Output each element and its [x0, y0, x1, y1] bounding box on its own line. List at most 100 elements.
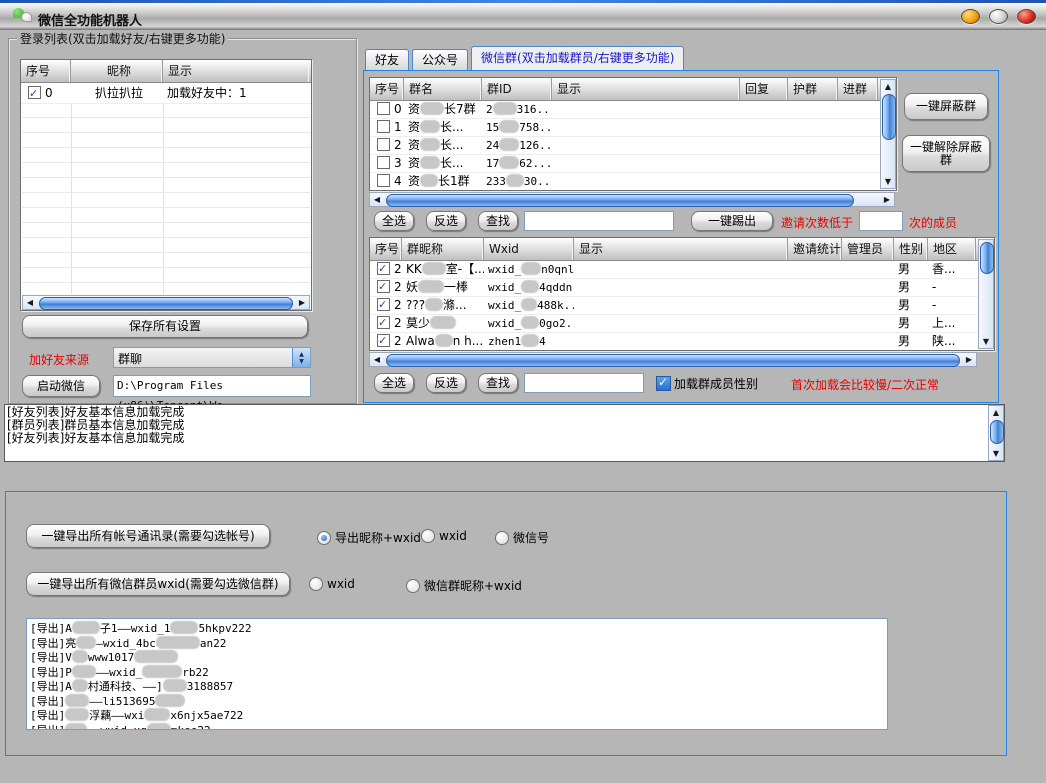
- members-export-option[interactable]: wxid: [309, 577, 355, 591]
- group-row-checkbox[interactable]: [377, 156, 390, 169]
- contacts-export-radio[interactable]: [421, 529, 435, 543]
- member-col[interactable]: 群昵称: [402, 238, 484, 260]
- group-table-hscrollbar[interactable]: ◀▶: [369, 192, 895, 207]
- group-col[interactable]: 群ID: [482, 78, 552, 100]
- member-table-header[interactable]: 序号群昵称Wxid显示邀请统计管理员性别地区: [370, 238, 994, 261]
- load-gender-checkbox-row[interactable]: 加载群成员性别: [656, 375, 758, 392]
- login-table-hscroll-thumb[interactable]: [39, 297, 293, 310]
- group-row[interactable]: 2资长...24126...: [370, 137, 896, 155]
- member-row[interactable]: 26Alwan h...zhen14男陕...: [370, 333, 994, 351]
- member-row-checkbox[interactable]: [377, 298, 390, 311]
- group-col[interactable]: 护群: [788, 78, 838, 100]
- group-table-vscrollbar[interactable]: ▲▼: [880, 79, 896, 189]
- members-export-radio[interactable]: [309, 577, 323, 591]
- group-table[interactable]: 序号群名群ID显示回复护群进群 0资长7群2316...1资长...15758.…: [369, 77, 897, 191]
- member-table-hscroll-thumb[interactable]: [386, 354, 960, 367]
- group-row[interactable]: 1资长...15758...: [370, 119, 896, 137]
- export-members-button[interactable]: 一键导出所有微信群员wxid(需要勾选微信群): [26, 572, 290, 596]
- member-col[interactable]: 显示: [574, 238, 788, 260]
- member-table-hscrollbar[interactable]: ◀▶: [369, 352, 977, 367]
- group-row[interactable]: 4资长1群23330...: [370, 173, 896, 191]
- member-table[interactable]: 序号群昵称Wxid显示邀请统计管理员性别地区 22KK室-【...wxid_n0…: [369, 237, 995, 351]
- wechat-path-field[interactable]: D:\Program Files (x86)\Tencent\We: [113, 375, 311, 397]
- contacts-export-option[interactable]: wxid: [421, 529, 467, 543]
- member-col[interactable]: 性别: [894, 238, 928, 260]
- group-col[interactable]: 显示: [552, 78, 740, 100]
- log-box[interactable]: [好友列表]好友基本信息加载完成[群员列表]群员基本信息加载完成[好友列表]好友…: [4, 404, 1005, 462]
- group-col[interactable]: 进群: [838, 78, 878, 100]
- minimize-button[interactable]: [961, 9, 980, 24]
- add-friend-source-dropdown[interactable]: 群聊 ▲▼: [113, 347, 311, 368]
- tab-official-accounts[interactable]: 公众号: [412, 49, 468, 70]
- member-row[interactable]: 25莫少wxid_0go2...男上...: [370, 315, 994, 333]
- login-row[interactable]: 0 扒拉扒拉 加载好友中：1: [21, 83, 311, 104]
- tab-wechat-groups[interactable]: 微信群(双击加载群员/右键更多功能): [471, 46, 684, 70]
- member-select-all-button[interactable]: 全选: [374, 373, 414, 393]
- member-row[interactable]: 24???滌...wxid_488k...男-: [370, 297, 994, 315]
- login-table-header[interactable]: 序号 昵称 显示: [21, 60, 311, 83]
- member-row-checkbox[interactable]: [377, 280, 390, 293]
- group-row-checkbox[interactable]: [377, 102, 390, 115]
- group-row-checkbox[interactable]: [377, 120, 390, 133]
- group-select-all-button[interactable]: 全选: [374, 211, 414, 231]
- login-col-index[interactable]: 序号: [21, 60, 71, 82]
- censored-blur: [155, 694, 185, 707]
- login-row-checkbox[interactable]: [28, 86, 41, 99]
- group-row[interactable]: 0资长7群2316...: [370, 101, 896, 119]
- member-col[interactable]: 邀请统计: [788, 238, 842, 260]
- block-group-button[interactable]: 一键屏蔽群: [904, 93, 988, 120]
- close-button[interactable]: [1017, 9, 1036, 24]
- group-row-checkbox[interactable]: [377, 138, 390, 151]
- contacts-export-option[interactable]: 微信号: [495, 529, 549, 546]
- login-table-hscrollbar[interactable]: ◀▶: [22, 295, 310, 310]
- contacts-export-option[interactable]: 导出昵称+wxid: [317, 529, 421, 546]
- member-table-vscrollbar[interactable]: ▲▼: [978, 239, 994, 349]
- group-search-input[interactable]: [524, 211, 674, 231]
- group-row-checkbox[interactable]: [377, 174, 390, 187]
- members-export-radio[interactable]: [406, 579, 420, 593]
- login-col-display[interactable]: 显示: [163, 60, 309, 82]
- export-log-textarea[interactable]: [导出]A子1——wxid_15hkpv222[导出]亮—wxid_4bcan2…: [26, 618, 888, 730]
- tab-friends[interactable]: 好友: [365, 49, 409, 70]
- member-row[interactable]: 23妖一棒wxid_4qddn...男-: [370, 279, 994, 297]
- group-table-vscroll-thumb[interactable]: [882, 94, 896, 140]
- load-gender-checkbox[interactable]: [656, 376, 671, 391]
- member-invert-button[interactable]: 反选: [426, 373, 466, 393]
- member-col[interactable]: 序号: [370, 238, 402, 260]
- login-table[interactable]: 序号 昵称 显示 0 扒拉扒拉 加载好友中：1 ◀▶: [20, 59, 312, 311]
- unblock-group-button[interactable]: 一键解除屏蔽群: [902, 135, 990, 172]
- export-contacts-button[interactable]: 一键导出所有帐号通讯录(需要勾选帐号): [26, 524, 270, 548]
- member-col[interactable]: 地区: [928, 238, 976, 260]
- member-row-checkbox[interactable]: [377, 262, 390, 275]
- title-bar[interactable]: 微信全功能机器人: [0, 3, 1046, 30]
- member-col[interactable]: Wxid: [484, 238, 574, 260]
- member-table-vscroll-thumb[interactable]: [980, 242, 994, 274]
- censored-blur: [72, 665, 96, 678]
- kick-button[interactable]: 一键踢出: [691, 211, 773, 231]
- launch-wechat-button[interactable]: 启动微信: [22, 375, 100, 397]
- member-row-checkbox[interactable]: [377, 316, 390, 329]
- log-vscroll-thumb[interactable]: [990, 420, 1004, 444]
- member-col[interactable]: 管理员: [842, 238, 894, 260]
- contacts-export-radio[interactable]: [317, 531, 331, 545]
- member-row[interactable]: 22KK室-【...wxid_n0qnl...男香...: [370, 261, 994, 279]
- group-col[interactable]: 回复: [740, 78, 788, 100]
- dropdown-spinner-icon[interactable]: ▲▼: [292, 348, 310, 367]
- group-col[interactable]: 序号: [370, 78, 404, 100]
- group-table-hscroll-thumb[interactable]: [386, 194, 854, 207]
- members-export-option[interactable]: 微信群昵称+wxid: [406, 577, 522, 594]
- member-row-checkbox[interactable]: [377, 334, 390, 347]
- member-find-button[interactable]: 查找: [478, 373, 518, 393]
- save-settings-button[interactable]: 保存所有设置: [22, 315, 308, 338]
- contacts-export-radio[interactable]: [495, 531, 509, 545]
- group-row[interactable]: 3资长...1762...: [370, 155, 896, 173]
- group-find-button[interactable]: 查找: [478, 211, 518, 231]
- maximize-button[interactable]: [989, 9, 1008, 24]
- invite-count-input[interactable]: [859, 211, 903, 231]
- log-vscrollbar[interactable]: ▲▼: [988, 405, 1004, 461]
- group-invert-button[interactable]: 反选: [426, 211, 466, 231]
- group-col[interactable]: 群名: [404, 78, 482, 100]
- member-search-input[interactable]: [524, 373, 644, 393]
- login-col-nick[interactable]: 昵称: [71, 60, 163, 82]
- group-table-header[interactable]: 序号群名群ID显示回复护群进群: [370, 78, 896, 101]
